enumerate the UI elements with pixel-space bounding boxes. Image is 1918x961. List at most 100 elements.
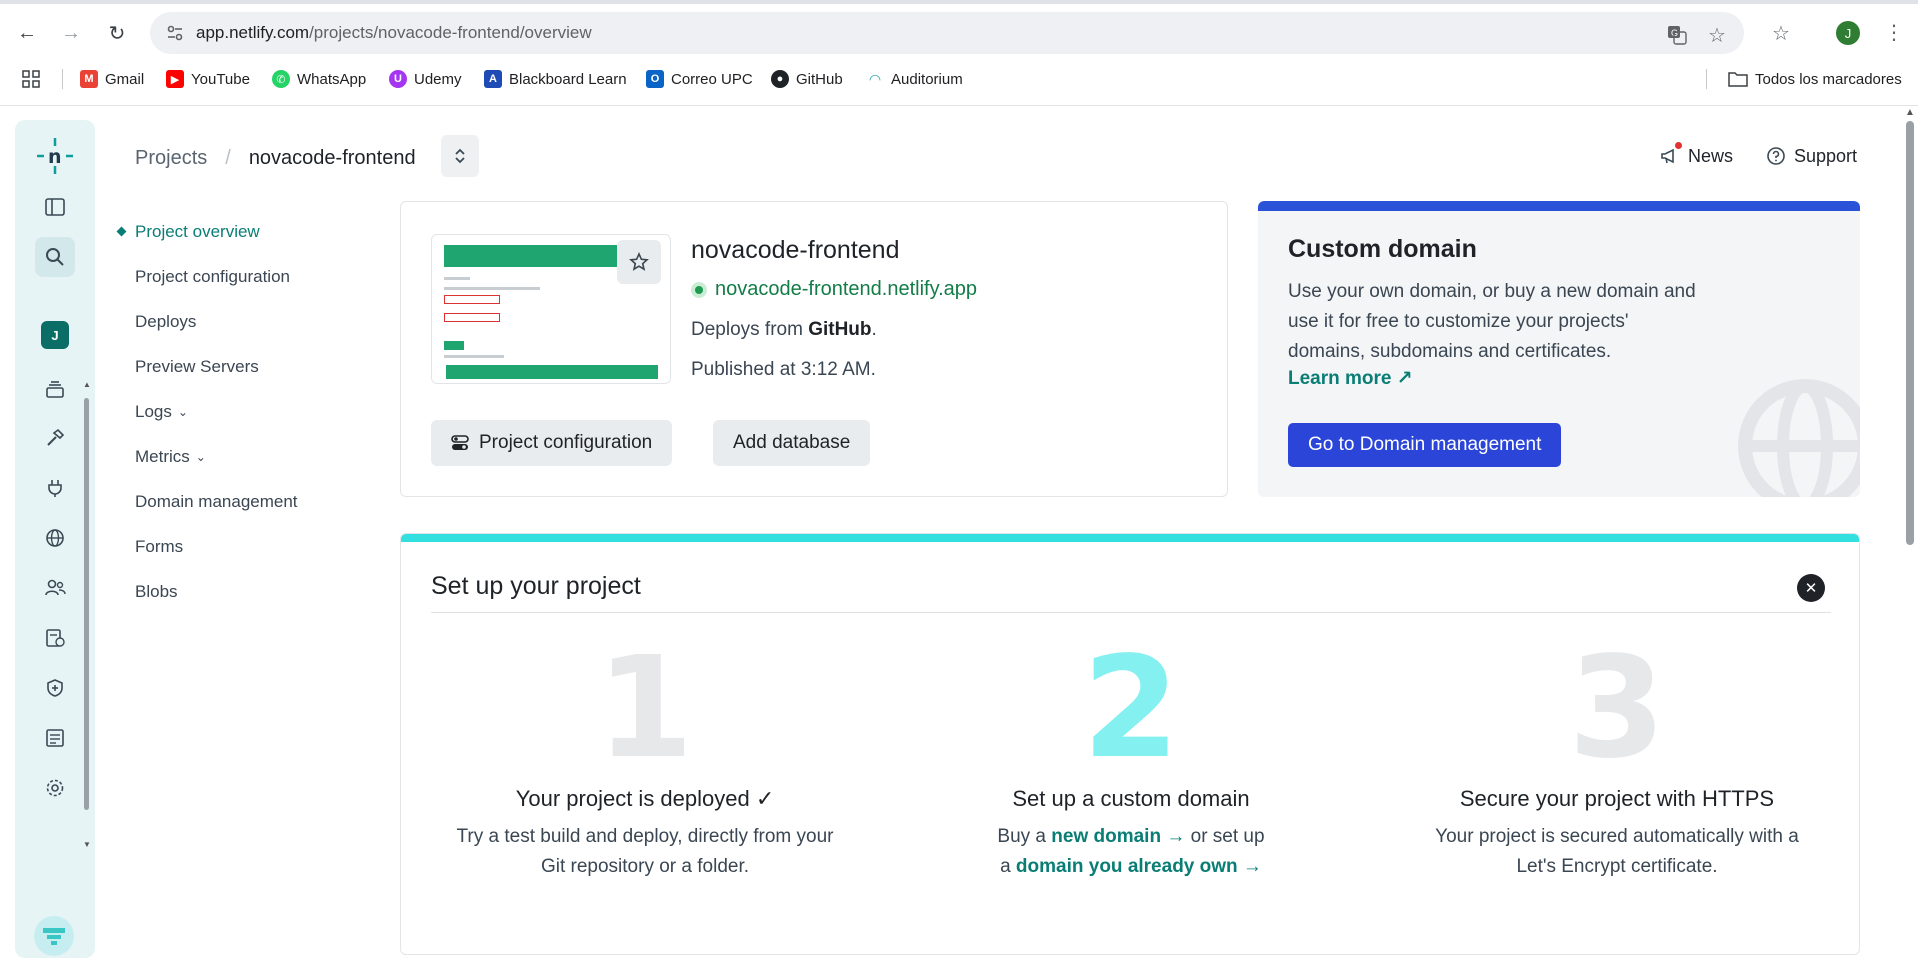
sidenav-item-preview-servers[interactable]: Preview Servers <box>116 344 376 389</box>
all-bookmarks-folder[interactable]: Todos los marcadores <box>1728 67 1902 91</box>
security-shield-icon[interactable] <box>35 668 75 708</box>
rail-scrollbar[interactable]: ▲ ▼ <box>83 380 91 850</box>
user-avatar-icon[interactable] <box>34 916 74 956</box>
bookmarks-manager-icon[interactable]: ☆ <box>1768 20 1794 46</box>
chevron-down-icon: ⌄ <box>177 404 188 419</box>
setup-step-3: 3 Secure your project with HTTPS Your pr… <box>1427 634 1807 882</box>
members-icon[interactable] <box>35 568 75 608</box>
project-overview-card: novacode-frontend novacode-frontend.netl… <box>400 201 1228 497</box>
search-icon[interactable] <box>35 237 75 277</box>
bookmark-star-icon[interactable]: ☆ <box>1704 22 1730 48</box>
custom-domain-description: Use your own domain, or buy a new domain… <box>1288 281 1696 362</box>
deploy-source-text: Deploys from GitHub. <box>691 319 877 340</box>
builds-hammer-icon[interactable] <box>35 418 75 458</box>
settings-gear-icon[interactable] <box>35 768 75 808</box>
learn-more-link[interactable]: Learn more ↗ <box>1288 367 1413 390</box>
thumbnail-input <box>444 313 500 322</box>
sidenav-item-logs[interactable]: Logs ⌄ <box>116 389 376 434</box>
help-circle-icon <box>1767 147 1785 165</box>
thumbnail-footer <box>446 365 658 379</box>
address-bar[interactable]: app.netlify.com/projects/novacode-fronte… <box>150 12 1744 54</box>
bookmark-blackboard[interactable]: A Blackboard Learn <box>484 67 627 91</box>
projects-stack-icon[interactable] <box>35 369 75 409</box>
bookmarks-divider <box>62 69 63 89</box>
setup-step-2: 2 Set up a custom domain Buy a new domai… <box>941 634 1321 882</box>
sidenav-item-deploys[interactable]: Deploys <box>116 299 376 344</box>
support-link[interactable]: Support <box>1766 141 1857 171</box>
thumbnail-text-line <box>444 287 540 290</box>
domains-globe-icon[interactable] <box>35 518 75 558</box>
folder-icon <box>1728 72 1748 87</box>
news-unread-dot <box>1675 142 1682 149</box>
page-scroll-thumb[interactable] <box>1906 121 1914 545</box>
integrations-plug-icon[interactable] <box>35 468 75 508</box>
thumbnail-text-line <box>444 355 504 358</box>
bookmark-auditorium[interactable]: ◠ Auditorium <box>866 67 963 91</box>
scroll-up-arrow-icon[interactable]: ▲ <box>1905 107 1915 118</box>
forward-button[interactable]: → <box>58 20 84 46</box>
new-domain-link[interactable]: new domain → <box>1051 826 1185 847</box>
sidenav-item-domain-management[interactable]: Domain management <box>116 479 376 524</box>
existing-domain-link[interactable]: domain you already own → <box>1016 856 1262 877</box>
step-title: Secure your project with HTTPS <box>1459 786 1775 811</box>
sidebar-toggle-icon[interactable] <box>35 187 75 227</box>
sidenav-item-project-overview[interactable]: Project overview <box>116 209 376 254</box>
bookmarks-divider <box>1706 69 1707 89</box>
status-dot-icon <box>691 281 707 298</box>
thumbnail-button <box>444 341 464 350</box>
add-database-button[interactable]: Add database <box>713 420 871 466</box>
url-text: app.netlify.com/projects/novacode-fronte… <box>196 23 592 42</box>
megaphone-icon <box>1660 142 1682 166</box>
sidenav-item-metrics[interactable]: Metrics ⌄ <box>116 434 376 479</box>
toggles-icon <box>451 435 469 450</box>
deploy-source-name: GitHub <box>808 319 872 340</box>
step-title: Your project is deployed ✓ <box>515 786 775 811</box>
github-icon: ● <box>771 70 789 88</box>
sidenav-item-project-configuration[interactable]: Project configuration <box>116 254 376 299</box>
step-number: 1 <box>596 627 694 790</box>
project-url-link[interactable]: novacode-frontend.netlify.app <box>691 278 977 301</box>
translate-icon[interactable]: G <box>1664 22 1690 48</box>
setup-project-card: Set up your project ✕ 1 Your project is … <box>400 533 1860 955</box>
published-time: Published at 3:12 AM. <box>691 359 876 380</box>
globe-decoration-icon <box>1738 379 1860 497</box>
scroll-down-arrow-icon[interactable]: ▼ <box>83 840 91 849</box>
close-icon[interactable]: ✕ <box>1797 574 1825 602</box>
chevron-down-icon: ⌄ <box>195 449 206 464</box>
reload-button[interactable]: ↻ <box>104 20 130 46</box>
bookmark-udemy[interactable]: U Udemy <box>389 67 462 91</box>
setup-divider <box>431 612 1831 613</box>
step-number: 3 <box>1568 627 1666 790</box>
breadcrumb-projects-link[interactable]: Projects <box>135 147 207 170</box>
profile-avatar[interactable]: J <box>1836 21 1860 45</box>
rail-scroll-thumb[interactable] <box>84 398 89 810</box>
browser-toolbar: ← → ↻ app.netlify.com/projects/novacode-… <box>0 0 1918 106</box>
favorite-star-button[interactable] <box>617 240 661 284</box>
bookmark-github[interactable]: ● GitHub <box>771 67 843 91</box>
svg-text:n: n <box>48 146 62 168</box>
sidenav-item-blobs[interactable]: Blobs <box>116 569 376 614</box>
team-avatar[interactable]: J <box>41 321 69 349</box>
billing-icon[interactable] <box>35 618 75 658</box>
bookmark-correo-upc[interactable]: O Correo UPC <box>646 67 753 91</box>
sidenav-item-forms[interactable]: Forms <box>116 524 376 569</box>
page-scrollbar[interactable]: ▲ <box>1902 107 1918 961</box>
bookmark-youtube[interactable]: ▶ YouTube <box>166 67 250 91</box>
back-button[interactable]: ← <box>14 20 40 46</box>
apps-grid-icon[interactable] <box>22 67 40 91</box>
audit-log-icon[interactable] <box>35 718 75 758</box>
project-switcher-button[interactable] <box>441 135 479 177</box>
bookmarks-bar: M Gmail ▶ YouTube ✆ WhatsApp U Udemy A Blackb… <box>0 64 1918 94</box>
project-configuration-button[interactable]: Project configuration <box>431 420 673 466</box>
bookmark-whatsapp[interactable]: ✆ WhatsApp <box>272 67 366 91</box>
site-info-icon[interactable] <box>166 24 184 42</box>
browser-menu-icon[interactable]: ⋮ <box>1884 20 1904 46</box>
project-sidenav: Project overview Project configuration D… <box>116 209 376 614</box>
breadcrumb: Projects / novacode-frontend <box>135 143 416 173</box>
scroll-up-arrow-icon[interactable]: ▲ <box>83 380 91 389</box>
go-to-domain-management-button[interactable]: Go to Domain management <box>1288 423 1562 467</box>
thumbnail-input <box>444 295 500 304</box>
news-link[interactable]: News <box>1660 141 1733 171</box>
bookmark-gmail[interactable]: M Gmail <box>80 67 144 91</box>
netlify-logo-icon[interactable]: n <box>35 136 75 176</box>
